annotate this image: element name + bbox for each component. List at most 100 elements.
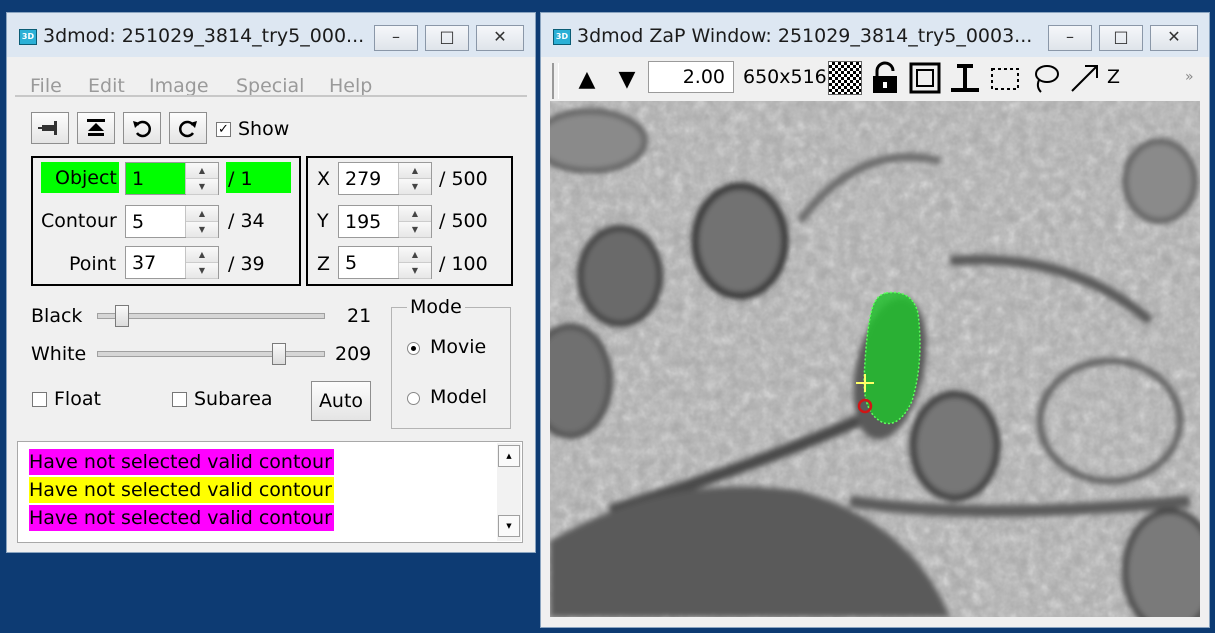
minimize-button[interactable]: – [374, 25, 418, 51]
point-up-arrow[interactable]: ▲ [186, 247, 218, 263]
z-value: 5 [345, 252, 358, 274]
contour-total: / 34 [228, 210, 265, 232]
x-label: X [317, 168, 331, 190]
checkerboard-icon[interactable] [828, 61, 862, 95]
image-canvas[interactable] [550, 101, 1200, 617]
x-down-arrow[interactable]: ▼ [399, 179, 431, 195]
toolbar-grip[interactable] [552, 63, 559, 99]
close-button[interactable]: ✕ [476, 25, 524, 51]
lock-icon[interactable] [868, 61, 902, 95]
float-label: Float [54, 388, 101, 410]
lasso-icon[interactable] [1028, 61, 1062, 95]
y-down-arrow[interactable]: ▼ [399, 222, 431, 238]
white-value: 209 [335, 343, 372, 365]
zoom-down-arrow-icon[interactable]: ▼ [614, 65, 640, 95]
pin-icon [38, 121, 57, 135]
menu-edit[interactable]: Edit [88, 75, 125, 97]
y-up-arrow[interactable]: ▲ [399, 206, 431, 222]
z-down-arrow[interactable]: ▼ [399, 263, 431, 279]
black-slider-track[interactable] [97, 313, 325, 319]
message-scrollbar[interactable]: ▲ ▼ [497, 443, 521, 541]
menu-special[interactable]: Special [236, 75, 304, 97]
x-total: / 500 [439, 168, 488, 190]
y-total: / 500 [439, 210, 488, 232]
raise-windows-button[interactable] [77, 112, 115, 144]
menu-file[interactable]: File [30, 75, 62, 97]
y-label: Y [317, 210, 329, 232]
x-value: 279 [345, 168, 382, 190]
subarea-label: Subarea [194, 388, 273, 410]
z-toggle-label[interactable]: Z [1107, 66, 1120, 88]
black-slider-thumb[interactable] [115, 305, 129, 327]
keep-on-top-button[interactable] [31, 112, 69, 144]
scroll-up-arrow[interactable]: ▲ [498, 445, 520, 467]
menu-image[interactable]: Image [149, 75, 209, 97]
black-value: 21 [347, 305, 372, 327]
pin-marker-icon[interactable] [948, 61, 982, 95]
redo-button[interactable] [169, 112, 207, 144]
point-spinbox[interactable]: 37 ▲ ▼ [125, 246, 219, 279]
zap-titlebar[interactable]: 3D 3dmod ZaP Window: 251029_3814_try5_00… [541, 13, 1209, 57]
white-label: White [31, 343, 87, 365]
object-total: / 1 [228, 168, 253, 190]
zoom-up-arrow-icon[interactable]: ▲ [574, 65, 600, 95]
menu-bar: File Edit Image Special Help [7, 71, 535, 103]
auto-button-label: Auto [318, 390, 364, 412]
rubberband-icon[interactable] [988, 61, 1022, 95]
object-down-arrow[interactable]: ▼ [186, 179, 218, 195]
black-label: Black [31, 305, 83, 327]
menu-help[interactable]: Help [329, 75, 372, 97]
menu-divider [15, 95, 527, 97]
white-slider-track[interactable] [97, 351, 325, 357]
object-spinbox[interactable]: 1 ▲ ▼ [125, 162, 219, 195]
z-label: Z [317, 253, 331, 275]
message-line-1: Have not selected valid contour [29, 449, 334, 475]
point-down-arrow[interactable]: ▼ [186, 263, 218, 279]
message-line-2: Have not selected valid contour [29, 477, 334, 503]
show-label: Show [238, 118, 290, 140]
zoom-field[interactable]: 2.00 [648, 61, 734, 93]
zap-window: 3D 3dmod ZaP Window: 251029_3814_try5_00… [540, 12, 1210, 628]
image-size: 650x516 [743, 66, 827, 88]
movie-radio[interactable] [407, 342, 420, 355]
model-radio[interactable] [407, 392, 420, 405]
auto-button[interactable]: Auto [311, 381, 371, 421]
contour-up-arrow[interactable]: ▲ [186, 206, 218, 222]
y-spinbox[interactable]: 195 ▲ ▼ [338, 205, 432, 238]
point-label: Point [69, 253, 117, 275]
object-value: 1 [132, 168, 145, 190]
undo-button[interactable] [123, 112, 161, 144]
minimize-button[interactable]: – [1048, 25, 1092, 51]
z-spinbox[interactable]: 5 ▲ ▼ [338, 246, 432, 279]
raise-icon [87, 119, 105, 136]
app-icon: 3D [19, 29, 37, 45]
scroll-down-arrow[interactable]: ▼ [498, 515, 520, 537]
contour-spinbox[interactable]: 5 ▲ ▼ [125, 205, 219, 238]
float-checkbox[interactable] [32, 392, 47, 407]
info-window: 3D 3dmod: 251029_3814_try5_000... – □ ✕ … [6, 12, 536, 553]
y-value: 195 [345, 211, 382, 233]
zoom-value: 2.00 [682, 66, 725, 88]
mode-title: Mode [407, 296, 465, 318]
close-button[interactable]: ✕ [1150, 25, 1198, 51]
toolbar-extension-icon[interactable]: » [1185, 69, 1194, 85]
model-label: Model [430, 386, 488, 408]
object-label: Object [55, 167, 117, 189]
x-up-arrow[interactable]: ▲ [399, 163, 431, 179]
show-checkbox[interactable]: ✓ [216, 122, 231, 137]
x-spinbox[interactable]: 279 ▲ ▼ [338, 162, 432, 195]
z-up-arrow[interactable]: ▲ [399, 247, 431, 263]
undo-icon [133, 120, 151, 138]
object-up-arrow[interactable]: ▲ [186, 163, 218, 179]
contour-label: Contour [41, 210, 117, 232]
contour-down-arrow[interactable]: ▼ [186, 222, 218, 238]
white-slider-thumb[interactable] [272, 343, 286, 365]
maximize-button[interactable]: □ [1099, 25, 1143, 51]
frame-icon[interactable] [908, 61, 942, 95]
maximize-button[interactable]: □ [425, 25, 469, 51]
point-value: 37 [132, 252, 157, 274]
arrow-tool-icon[interactable] [1068, 61, 1102, 95]
info-titlebar[interactable]: 3D 3dmod: 251029_3814_try5_000... – □ ✕ [7, 13, 535, 57]
subarea-checkbox[interactable] [172, 392, 187, 407]
message-line-3: Have not selected valid contour [29, 505, 334, 531]
